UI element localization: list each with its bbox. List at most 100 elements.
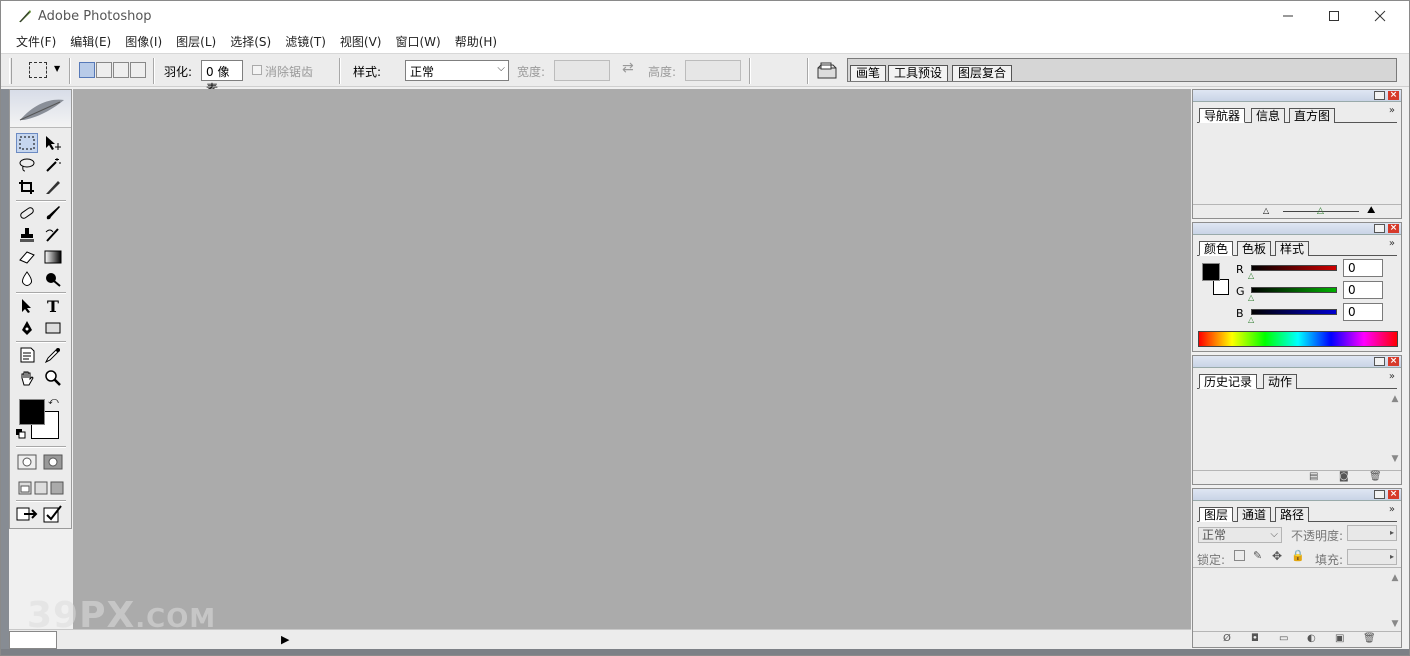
- menu-layer[interactable]: 图层(L): [169, 32, 223, 52]
- channel-b-slider[interactable]: [1251, 309, 1337, 315]
- scroll-up-icon[interactable]: ▲: [1390, 394, 1400, 404]
- scroll-down-icon[interactable]: ▼: [1390, 619, 1400, 629]
- notes-tool[interactable]: [16, 345, 38, 365]
- tab-swatches[interactable]: 色板: [1237, 241, 1272, 256]
- workspace-canvas[interactable]: [73, 89, 1191, 629]
- panel-minimize-icon[interactable]: [1374, 357, 1385, 366]
- channel-r-thumb-icon[interactable]: △: [1248, 271, 1254, 280]
- tab-navigator[interactable]: 导航器: [1199, 108, 1246, 123]
- marquee-tool[interactable]: [16, 133, 38, 153]
- opacity-arrow-icon[interactable]: ▸: [1390, 526, 1394, 540]
- crop-tool[interactable]: [16, 177, 38, 197]
- color-bg-swatch[interactable]: [1213, 279, 1229, 295]
- history-brush-tool[interactable]: [42, 225, 64, 245]
- panel-title-bar[interactable]: ×: [1193, 90, 1401, 102]
- gradient-tool[interactable]: [42, 247, 64, 267]
- adjustment-layer-icon[interactable]: ◐: [1307, 633, 1316, 644]
- lock-all-icon[interactable]: 🔒: [1291, 549, 1305, 562]
- tab-paths[interactable]: 路径: [1275, 507, 1310, 522]
- panel-title-bar[interactable]: ×: [1193, 223, 1401, 235]
- type-tool[interactable]: T: [42, 296, 64, 316]
- scroll-up-icon[interactable]: ▲: [1390, 573, 1400, 583]
- tab-layers[interactable]: 图层: [1199, 507, 1234, 522]
- panel-menu-icon[interactable]: »: [1389, 105, 1395, 116]
- tab-info[interactable]: 信息: [1251, 108, 1286, 123]
- snapshot-icon[interactable]: ◙: [1339, 471, 1349, 482]
- menu-window[interactable]: 窗口(W): [388, 32, 447, 52]
- layer-group-icon[interactable]: ▭: [1279, 633, 1288, 644]
- preset-dropdown-icon[interactable]: ▼: [54, 64, 60, 73]
- intersect-selection-button[interactable]: [130, 62, 146, 78]
- panel-minimize-icon[interactable]: [1374, 224, 1385, 233]
- layer-mask-icon[interactable]: ◘: [1251, 633, 1259, 644]
- trash-icon[interactable]: 🗑: [1363, 633, 1376, 644]
- blend-mode-select[interactable]: 正常 ⌵: [1198, 527, 1282, 543]
- tab-styles[interactable]: 样式: [1275, 241, 1310, 256]
- channel-r-slider[interactable]: [1251, 265, 1337, 271]
- lock-position-icon[interactable]: ✥: [1272, 549, 1282, 563]
- trash-icon[interactable]: 🗑: [1369, 471, 1382, 482]
- channel-r-input[interactable]: 0: [1343, 259, 1383, 277]
- tab-histogram[interactable]: 直方图: [1289, 108, 1336, 123]
- panel-minimize-icon[interactable]: [1374, 91, 1385, 100]
- foreground-color-swatch[interactable]: [19, 399, 45, 425]
- channel-g-thumb-icon[interactable]: △: [1248, 293, 1254, 302]
- zoom-tool[interactable]: [42, 368, 64, 388]
- brush-tool[interactable]: [42, 203, 64, 223]
- panel-menu-icon[interactable]: »: [1389, 238, 1395, 249]
- pen-tool[interactable]: [16, 318, 38, 338]
- zoom-out-icon[interactable]: △: [1263, 206, 1269, 215]
- shape-tool[interactable]: [42, 318, 64, 338]
- add-selection-button[interactable]: [96, 62, 112, 78]
- zoom-slider-thumb-icon[interactable]: △: [1317, 206, 1324, 216]
- panel-minimize-icon[interactable]: [1374, 490, 1385, 499]
- channel-b-input[interactable]: 0: [1343, 303, 1383, 321]
- options-bar-grip[interactable]: [9, 58, 12, 84]
- color-spectrum-ramp[interactable]: [1198, 331, 1398, 347]
- layer-style-icon[interactable]: Ø: [1223, 633, 1231, 644]
- default-colors-icon[interactable]: [16, 428, 26, 439]
- menu-select[interactable]: 选择(S): [223, 32, 278, 52]
- panel-close-icon[interactable]: ×: [1388, 224, 1399, 233]
- path-selection-tool[interactable]: [16, 296, 38, 316]
- antialias-checkbox[interactable]: [252, 65, 262, 75]
- zoom-in-icon[interactable]: ⛰: [1367, 205, 1375, 216]
- move-tool[interactable]: [42, 133, 64, 153]
- eyedropper-tool[interactable]: [42, 345, 64, 365]
- menu-help[interactable]: 帮助(H): [448, 32, 504, 52]
- status-menu-arrow-icon[interactable]: ▶: [281, 633, 289, 646]
- channel-g-slider[interactable]: [1251, 287, 1337, 293]
- tab-history[interactable]: 历史记录: [1199, 374, 1258, 389]
- slice-tool[interactable]: [42, 177, 64, 197]
- tab-actions[interactable]: 动作: [1263, 374, 1298, 389]
- style-select[interactable]: 正常 ⌵: [405, 60, 509, 81]
- well-tab-layer-comps[interactable]: 图层复合: [952, 65, 1013, 81]
- menu-file[interactable]: 文件(F): [9, 32, 63, 52]
- panel-close-icon[interactable]: ×: [1388, 91, 1399, 100]
- eraser-tool[interactable]: [16, 247, 38, 267]
- width-input[interactable]: [554, 60, 610, 81]
- toolbox-header[interactable]: [10, 90, 71, 128]
- menu-edit[interactable]: 编辑(E): [63, 32, 118, 52]
- tab-color[interactable]: 颜色: [1199, 241, 1234, 256]
- dodge-tool[interactable]: [42, 269, 64, 289]
- tab-channels[interactable]: 通道: [1237, 507, 1272, 522]
- panel-title-bar[interactable]: ×: [1193, 356, 1401, 368]
- subtract-selection-button[interactable]: [113, 62, 129, 78]
- scroll-down-icon[interactable]: ▼: [1390, 454, 1400, 464]
- menu-filter[interactable]: 滤镜(T): [278, 32, 333, 52]
- swap-dimensions-icon[interactable]: ⇄: [622, 60, 634, 76]
- panel-close-icon[interactable]: ×: [1388, 357, 1399, 366]
- marquee-preset-icon[interactable]: [29, 62, 47, 78]
- menu-image[interactable]: 图像(I): [118, 32, 169, 52]
- healing-brush-tool[interactable]: [16, 203, 38, 223]
- new-layer-icon[interactable]: ▣: [1335, 633, 1344, 644]
- new-selection-button[interactable]: [79, 62, 95, 78]
- lasso-tool[interactable]: [16, 155, 38, 175]
- panel-close-icon[interactable]: ×: [1388, 490, 1399, 499]
- file-browser-icon[interactable]: [817, 61, 837, 82]
- lock-transparency-icon[interactable]: [1234, 550, 1245, 561]
- panel-menu-icon[interactable]: »: [1389, 504, 1395, 515]
- lock-image-icon[interactable]: ✎: [1253, 549, 1262, 562]
- standard-mode-button[interactable]: [16, 452, 38, 472]
